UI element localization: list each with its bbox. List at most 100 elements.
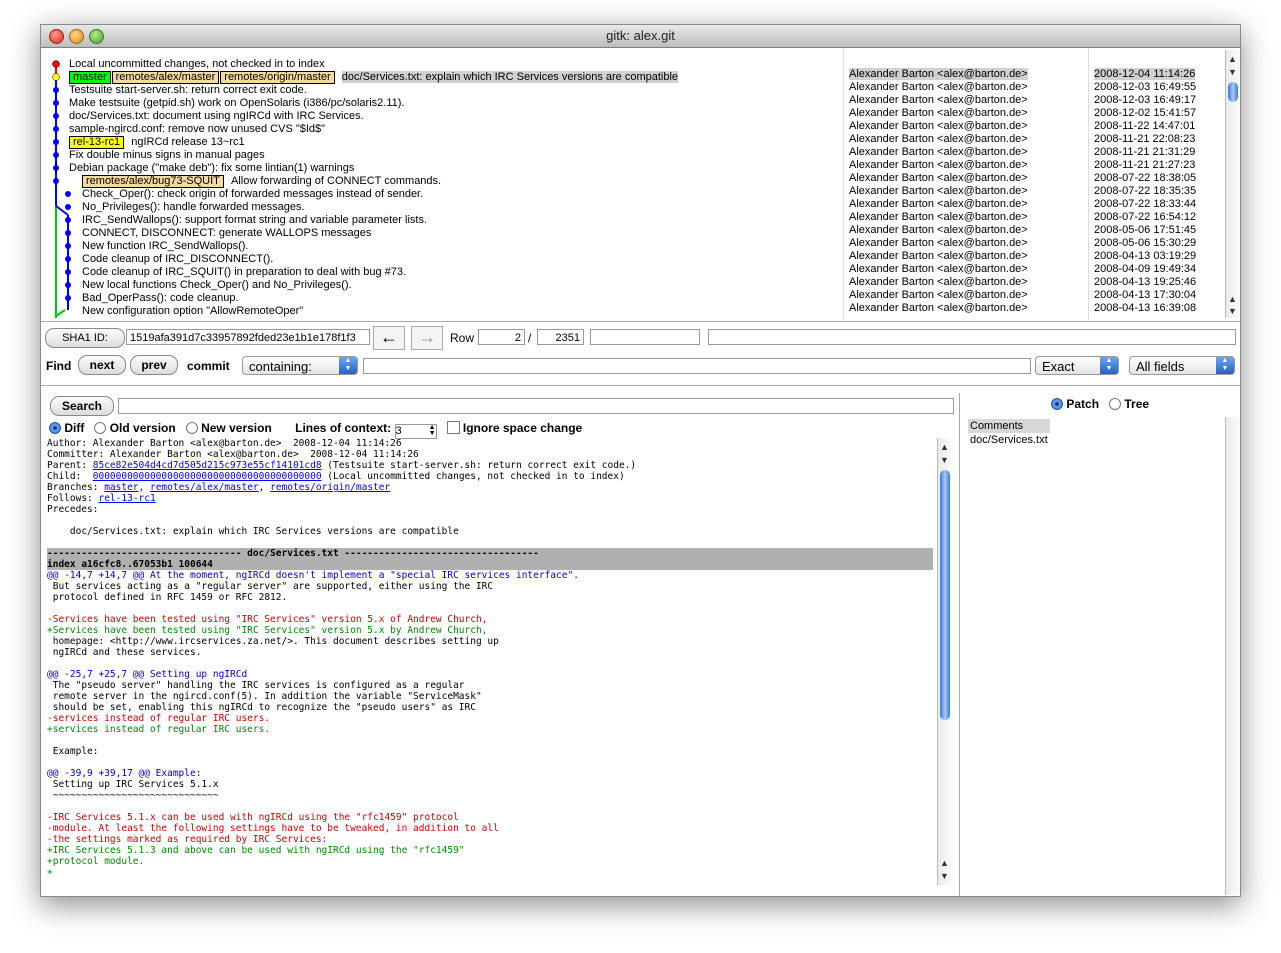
- find-mode-select[interactable]: containing: ▲ ▼: [242, 356, 358, 375]
- back-arrow-icon[interactable]: ←: [373, 326, 405, 350]
- commit-row[interactable]: Bad_OperPass(): code cleanup.: [69, 292, 839, 305]
- scroll-up-icon[interactable]: ▲: [1228, 54, 1237, 64]
- commit-row[interactable]: New local functions Check_Oper() and No_…: [69, 279, 839, 292]
- pane-divider[interactable]: [41, 321, 1240, 322]
- graph-node-uncommitted[interactable]: [52, 60, 60, 68]
- commit-author[interactable]: Alexander Barton <alex@barton.de>: [849, 120, 1084, 133]
- commit-author[interactable]: Alexander Barton <alex@barton.de>: [849, 224, 1084, 237]
- commit-row[interactable]: master remotes/alex/master remotes/origin/…: [69, 71, 839, 84]
- commit-row[interactable]: Testsuite start-server.sh: return correc…: [69, 84, 839, 97]
- commit-date[interactable]: 2008-11-22 14:47:01: [1094, 120, 1224, 133]
- match-select[interactable]: Exact ▲ ▼: [1035, 356, 1119, 375]
- graph-node-head[interactable]: [52, 73, 60, 81]
- commit-date[interactable]: 2008-07-22 18:38:05: [1094, 172, 1224, 185]
- search-input[interactable]: [118, 398, 954, 414]
- commit-author[interactable]: Alexander Barton <alex@barton.de>: [849, 289, 1084, 302]
- commit-author[interactable]: Alexander Barton <alex@barton.de>: [849, 211, 1084, 224]
- commit-row[interactable]: remotes/alex/bug73-SQUIT Allow forwardin…: [69, 175, 839, 188]
- commit-row[interactable]: Local uncommitted changes, not checked i…: [69, 58, 839, 71]
- commit-row[interactable]: rel-13-rc1 ngIRCd release 13~rc1: [69, 136, 839, 149]
- diff-radio[interactable]: [49, 422, 61, 434]
- pane-divider[interactable]: [41, 385, 1240, 386]
- commit-date[interactable]: 2008-12-03 16:49:17: [1094, 94, 1224, 107]
- commit-date[interactable]: 2008-11-21 21:27:23: [1094, 159, 1224, 172]
- ref-tag[interactable]: master: [69, 71, 111, 84]
- commit-date[interactable]: 2008-07-22 16:54:12: [1094, 211, 1224, 224]
- commit-date[interactable]: 2008-12-03 16:49:55: [1094, 81, 1224, 94]
- fields-select[interactable]: All fields ▲ ▼: [1129, 356, 1235, 375]
- ref-tag[interactable]: remotes/alex/bug73-SQUIT: [82, 175, 224, 188]
- graph-node[interactable]: [53, 139, 59, 145]
- commit-row[interactable]: Fix double minus signs in manual pages: [69, 149, 839, 162]
- commit-date[interactable]: 2008-12-04 11:14:26: [1094, 68, 1224, 81]
- commit-author[interactable]: Alexander Barton <alex@barton.de>: [849, 198, 1084, 211]
- commit-date[interactable]: 2008-04-13 03:19:29: [1094, 250, 1224, 263]
- graph-node[interactable]: [53, 152, 59, 158]
- sha1-id-field[interactable]: 1519afa391d7c33957892fded23e1b1e178f1f3: [126, 329, 370, 345]
- diff-scrollbar[interactable]: ▲ ▼ ▲ ▼: [937, 438, 953, 885]
- commit-row[interactable]: Make testsuite (getpid.sh) work on OpenS…: [69, 97, 839, 110]
- commit-author[interactable]: Alexander Barton <alex@barton.de>: [849, 237, 1084, 250]
- follows-link[interactable]: rel-13-rc1: [98, 493, 155, 504]
- commit-date[interactable]: 2008-04-13 16:39:08: [1094, 302, 1224, 315]
- commit-author[interactable]: Alexander Barton <alex@barton.de>: [849, 81, 1084, 94]
- graph-node[interactable]: [53, 178, 59, 184]
- commit-author[interactable]: Alexander Barton <alex@barton.de>: [849, 250, 1084, 263]
- spinner-icon[interactable]: ▲ ▼: [429, 424, 436, 437]
- new-version-radio[interactable]: [185, 422, 198, 434]
- commit-row[interactable]: Code cleanup of IRC_SQUIT() in preparati…: [69, 266, 839, 279]
- commit-date[interactable]: 2008-07-22 18:35:35: [1094, 185, 1224, 198]
- commit-row[interactable]: Debian package ("make deb"): fix some li…: [69, 162, 839, 175]
- find-prev-button[interactable]: prev: [130, 355, 178, 375]
- commit-author[interactable]: Alexander Barton <alex@barton.de>: [849, 159, 1084, 172]
- old-version-radio[interactable]: [94, 422, 107, 434]
- ref-tag[interactable]: remotes/alex/master: [111, 71, 220, 84]
- branch-link[interactable]: master: [104, 482, 138, 493]
- ref-tag[interactable]: remotes/origin/master: [220, 71, 335, 84]
- file-list-item[interactable]: doc/Services.txt: [968, 433, 1050, 447]
- graph-node[interactable]: [53, 113, 59, 119]
- commit-date[interactable]: 2008-05-06 17:51:45: [1094, 224, 1224, 237]
- commit-row[interactable]: New configuration option "AllowRemoteOpe…: [69, 305, 839, 318]
- commit-list-scrollbar[interactable]: ▲ ▼ ▲ ▼: [1225, 50, 1240, 318]
- commit-author[interactable]: Alexander Barton <alex@barton.de>: [849, 146, 1084, 159]
- scroll-down-icon[interactable]: ▼: [1228, 306, 1237, 316]
- tree-radio[interactable]: [1109, 398, 1122, 410]
- graph-node[interactable]: [53, 126, 59, 132]
- commit-author[interactable]: Alexander Barton <alex@barton.de>: [849, 94, 1084, 107]
- commit-row[interactable]: doc/Services.txt: document using ngIRCd …: [69, 110, 839, 123]
- commit-author[interactable]: Alexander Barton <alex@barton.de>: [849, 185, 1084, 198]
- pane-divider[interactable]: [959, 393, 960, 896]
- commit-date[interactable]: 2008-04-09 19:49:34: [1094, 263, 1224, 276]
- commit-row[interactable]: Check_Oper(): check origin of forwarded …: [69, 188, 839, 201]
- commit-date[interactable]: 2008-12-02 15:41:57: [1094, 107, 1224, 120]
- commit-row[interactable]: New function IRC_SendWallops().: [69, 240, 839, 253]
- commit-date[interactable]: 2008-05-06 15:30:29: [1094, 237, 1224, 250]
- find-next-button[interactable]: next: [78, 355, 126, 375]
- commit-row[interactable]: sample-ngircd.conf: remove now unused CV…: [69, 123, 839, 136]
- scroll-down-icon[interactable]: ▼: [940, 871, 949, 881]
- lines-of-context-spinbox[interactable]: 3 ▲ ▼: [394, 424, 437, 439]
- graph-node[interactable]: [53, 87, 59, 93]
- commit-row[interactable]: No_Privileges(): handle forwarded messag…: [69, 201, 839, 214]
- graph-node[interactable]: [53, 165, 59, 171]
- commit-author[interactable]: Alexander Barton <alex@barton.de>: [849, 276, 1084, 289]
- scroll-down-icon[interactable]: ▼: [1228, 67, 1237, 77]
- file-list-scrollbar[interactable]: [1225, 417, 1240, 895]
- scroll-up-icon[interactable]: ▲: [940, 442, 949, 452]
- forward-arrow-icon[interactable]: →: [411, 326, 443, 350]
- parent-link[interactable]: 85ce82e504d4cd7d505d215c973e55cf14101cd8: [93, 460, 322, 471]
- ref-tag[interactable]: rel-13-rc1: [69, 136, 125, 149]
- commit-row[interactable]: CONNECT, DISCONNECT: generate WALLOPS me…: [69, 227, 839, 240]
- file-list-item[interactable]: Comments: [968, 419, 1050, 433]
- graph-node[interactable]: [53, 100, 59, 106]
- commit-author[interactable]: Alexander Barton <alex@barton.de>: [849, 302, 1084, 315]
- commit-date[interactable]: 2008-11-21 22:08:23: [1094, 133, 1224, 146]
- commit-date[interactable]: 2008-04-13 17:30:04: [1094, 289, 1224, 302]
- commit-row[interactable]: IRC_SendWallops(): support format string…: [69, 214, 839, 227]
- commit-date[interactable]: 2008-07-22 18:33:44: [1094, 198, 1224, 211]
- find-input[interactable]: [363, 358, 1031, 374]
- branch-link[interactable]: remotes/alex/master: [150, 482, 259, 493]
- commit-author[interactable]: Alexander Barton <alex@barton.de>: [849, 68, 1084, 81]
- diff-scroll-thumb[interactable]: [940, 470, 950, 720]
